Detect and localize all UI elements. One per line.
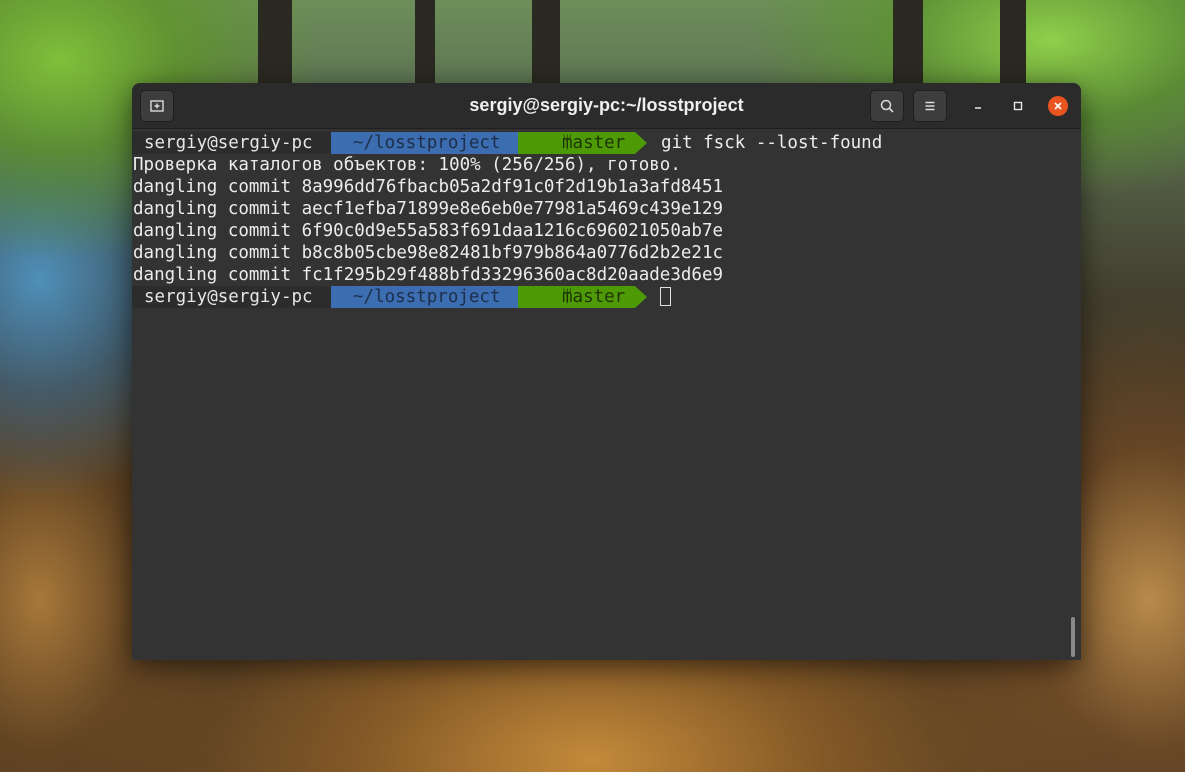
background-tree-trunk (893, 0, 923, 90)
shell-prompt: sergiy@sergiy-pc ~/losstproject ᛘ master… (132, 132, 882, 154)
prompt-user-host-segment: sergiy@sergiy-pc (132, 286, 331, 308)
scrollbar-thumb[interactable] (1071, 617, 1075, 657)
search-button[interactable] (870, 90, 904, 122)
prompt-separator-arrow (635, 132, 647, 154)
prompt-directory: ~/losstproject (353, 133, 501, 153)
terminal-output-area[interactable]: sergiy@sergiy-pc ~/losstproject ᛘ master… (132, 129, 1081, 660)
menu-button[interactable] (913, 90, 947, 122)
output-line: dangling commit b8c8b05cbe98e82481bf979b… (133, 243, 724, 263)
prompt-user-host: sergiy@sergiy-pc (144, 287, 313, 307)
prompt-user-host-segment: sergiy@sergiy-pc (132, 132, 331, 154)
prompt-directory-segment: ~/losstproject (331, 286, 518, 308)
close-button[interactable] (1048, 96, 1068, 116)
background-tree-trunk (532, 0, 560, 90)
prompt-directory-segment: ~/losstproject (331, 132, 518, 154)
command-text: git fsck --lost-found (661, 133, 883, 153)
hamburger-menu-icon (925, 101, 935, 111)
background-tree-trunk (1000, 0, 1026, 90)
prompt-user-host: sergiy@sergiy-pc (144, 133, 313, 153)
output-line: Проверка каталогов объектов: 100% (256/2… (133, 155, 681, 175)
terminal-window: sergiy@sergiy-pc:~/losstproject sergiy@s… (132, 83, 1081, 660)
minimize-icon (975, 107, 981, 109)
prompt-branch: master (562, 287, 626, 307)
prompt-git-segment: ᛘ master (518, 286, 635, 308)
title-bar[interactable]: sergiy@sergiy-pc:~/losstproject (132, 83, 1081, 129)
output-line: dangling commit aecf1efba71899e8e6eb0e77… (133, 199, 724, 219)
search-icon (880, 99, 894, 113)
prompt-separator-arrow (635, 286, 647, 308)
output-line: dangling commit 6f90c0d9e55a583f691daa12… (133, 221, 724, 241)
text-cursor (660, 287, 671, 306)
background-tree-trunk (415, 0, 435, 90)
prompt-branch: master (562, 133, 626, 153)
shell-prompt: sergiy@sergiy-pc ~/losstproject ᛘ master (132, 286, 671, 308)
new-tab-button[interactable] (140, 90, 174, 122)
output-line: dangling commit fc1f295b29f488bfd3329636… (133, 265, 724, 285)
minimize-button[interactable] (968, 96, 988, 116)
close-icon (1054, 102, 1062, 110)
maximize-button[interactable] (1008, 96, 1028, 116)
maximize-icon (1013, 101, 1023, 111)
new-tab-icon (150, 100, 164, 112)
prompt-git-segment: ᛘ master (518, 132, 635, 154)
prompt-directory: ~/losstproject (353, 287, 501, 307)
output-line: dangling commit 8a996dd76fbacb05a2df91c0… (133, 177, 724, 197)
background-tree-trunk (258, 0, 292, 90)
